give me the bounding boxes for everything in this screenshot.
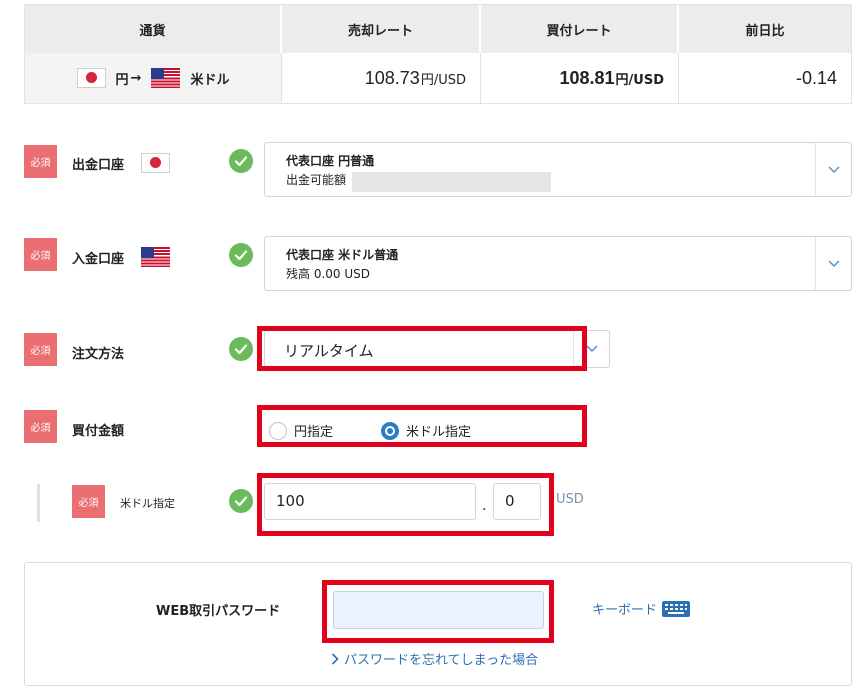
pair-arrow: → xyxy=(130,70,142,86)
chevron-right-icon xyxy=(331,652,339,665)
japan-flag-icon xyxy=(76,68,106,88)
header-buy-rate: 買付レート xyxy=(481,5,679,53)
buy-rate: 108.81 円/USD xyxy=(481,53,679,103)
deposit-account-label: 入金口座 xyxy=(72,252,125,267)
sell-rate-value: 108.73 xyxy=(364,67,420,88)
indent-bar xyxy=(37,484,40,522)
pair-to: 米ドル xyxy=(190,72,230,88)
highlight-password xyxy=(322,580,554,643)
order-method-label: 注文方法 xyxy=(72,347,125,362)
deposit-account-select[interactable]: 代表口座 米ドル普通 残高 0.00 USD xyxy=(264,236,852,291)
withdraw-account-name: 代表口座 円普通 xyxy=(286,154,375,168)
highlight-order-method xyxy=(257,326,587,371)
required-badge: 必須 xyxy=(24,410,57,443)
sell-rate-unit: 円/USD xyxy=(420,72,466,88)
required-badge: 必須 xyxy=(24,238,57,271)
header-currency: 通貨 xyxy=(25,5,282,53)
masked-amount xyxy=(352,172,551,192)
password-label: WEB取引パスワード xyxy=(156,604,281,619)
sell-rate: 108.73 円/USD xyxy=(282,53,481,103)
forgot-password-label: パスワードを忘れてしまった場合 xyxy=(344,653,539,668)
us-flag-icon xyxy=(141,247,170,267)
deposit-balance: 残高 0.00 USD xyxy=(286,267,370,281)
pair-from: 円 xyxy=(115,72,129,88)
buy-rate-value: 108.81 xyxy=(559,67,615,88)
japan-flag-icon xyxy=(141,153,170,173)
keyboard-icon xyxy=(662,600,691,617)
required-badge: 必須 xyxy=(24,145,57,178)
buy-rate-unit: 円/USD xyxy=(615,72,664,88)
required-badge: 必須 xyxy=(72,485,105,518)
check-icon xyxy=(229,149,253,173)
rate-table: 通貨 売却レート 買付レート 前日比 円 → 米ドル 108.73 円/USD 1… xyxy=(24,4,852,104)
header-sell-rate: 売却レート xyxy=(282,5,481,53)
check-icon xyxy=(229,243,253,267)
check-icon xyxy=(229,489,253,513)
usd-unit: USD xyxy=(556,492,584,507)
highlight-purchase-amount xyxy=(257,405,587,447)
deposit-account-name: 代表口座 米ドル普通 xyxy=(286,248,399,262)
check-icon xyxy=(229,337,253,361)
required-badge: 必須 xyxy=(24,333,57,366)
chevron-down-icon[interactable] xyxy=(815,143,851,196)
forgot-password-link[interactable]: パスワードを忘れてしまった場合 xyxy=(331,649,538,668)
change: -0.14 xyxy=(679,53,851,103)
rate-table-header: 通貨 売却レート 買付レート 前日比 xyxy=(25,5,851,53)
header-change: 前日比 xyxy=(745,23,785,39)
usd-amount-label: 米ドル指定 xyxy=(120,497,175,510)
purchase-amount-label: 買付金額 xyxy=(72,424,125,439)
currency-pair: 円 → 米ドル xyxy=(25,53,282,103)
keyboard-label: キーボード xyxy=(592,603,658,618)
withdraw-available-label: 出金可能額 xyxy=(286,173,347,187)
us-flag-icon xyxy=(151,68,181,88)
keyboard-link[interactable]: キーボード xyxy=(592,599,691,618)
highlight-usd-amount xyxy=(257,473,554,536)
change-value: -0.14 xyxy=(795,67,837,88)
withdraw-account-label: 出金口座 xyxy=(72,158,125,173)
chevron-down-icon[interactable] xyxy=(815,237,851,290)
rate-row: 円 → 米ドル 108.73 円/USD 108.81 円/USD -0.14 xyxy=(25,53,851,103)
